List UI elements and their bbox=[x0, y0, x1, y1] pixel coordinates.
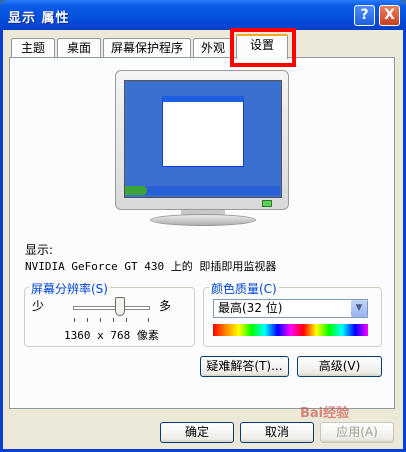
help-button[interactable]: ? bbox=[354, 5, 375, 26]
slider-tick bbox=[74, 318, 75, 322]
resolution-max-label: 多 bbox=[159, 299, 172, 313]
chevron-down-icon[interactable]: ▼ bbox=[351, 300, 367, 317]
display-value: NVIDIA GeForce GT 430 上的 即插即用监视器 bbox=[25, 260, 277, 273]
tab-desktop[interactable]: 桌面 bbox=[57, 38, 101, 58]
resolution-min-label: 少 bbox=[32, 299, 45, 313]
tab-themes[interactable]: 主题 bbox=[11, 38, 55, 58]
tab-appearance[interactable]: 外观 bbox=[193, 38, 233, 58]
troubleshoot-button[interactable]: 疑难解答(T)... bbox=[200, 356, 289, 377]
color-spectrum-bar bbox=[213, 324, 368, 336]
display-label: 显示: bbox=[25, 243, 54, 257]
slider-tick bbox=[87, 318, 88, 322]
advanced-button[interactable]: 高级(V) bbox=[297, 356, 382, 377]
tab-highlight-box bbox=[230, 28, 296, 67]
resolution-group-title: 屏幕分辨率(S) bbox=[29, 280, 110, 297]
resolution-slider-thumb[interactable] bbox=[115, 297, 125, 316]
power-led-icon bbox=[262, 200, 272, 207]
ok-button[interactable]: 确定 bbox=[160, 422, 234, 443]
apply-button[interactable]: 应用(A) bbox=[320, 422, 394, 443]
tab-screensaver[interactable]: 屏幕保护程序 bbox=[103, 38, 191, 58]
slider-tick bbox=[100, 318, 101, 322]
cancel-button[interactable]: 取消 bbox=[240, 422, 314, 443]
slider-tick bbox=[148, 318, 149, 322]
monitor-stand-base bbox=[150, 214, 256, 226]
color-quality-select[interactable]: 最高(32 位) bbox=[213, 299, 368, 318]
slider-tick bbox=[126, 318, 127, 322]
preview-taskbar bbox=[125, 186, 280, 195]
title-bar[interactable]: 显示 属性 ? X bbox=[0, 0, 406, 30]
watermark: Bai经验 bbox=[300, 406, 350, 421]
slider-tick bbox=[113, 318, 114, 322]
resolution-slider-track[interactable] bbox=[73, 306, 150, 310]
preview-desktop-window bbox=[162, 96, 244, 167]
color-quality-group-title: 颜色质量(C) bbox=[209, 280, 279, 297]
resolution-value: 1360 x 768 像素 bbox=[64, 329, 159, 342]
window-title: 显示 属性 bbox=[8, 11, 70, 26]
close-button[interactable]: X bbox=[379, 5, 400, 26]
preview-start-button bbox=[125, 186, 147, 195]
